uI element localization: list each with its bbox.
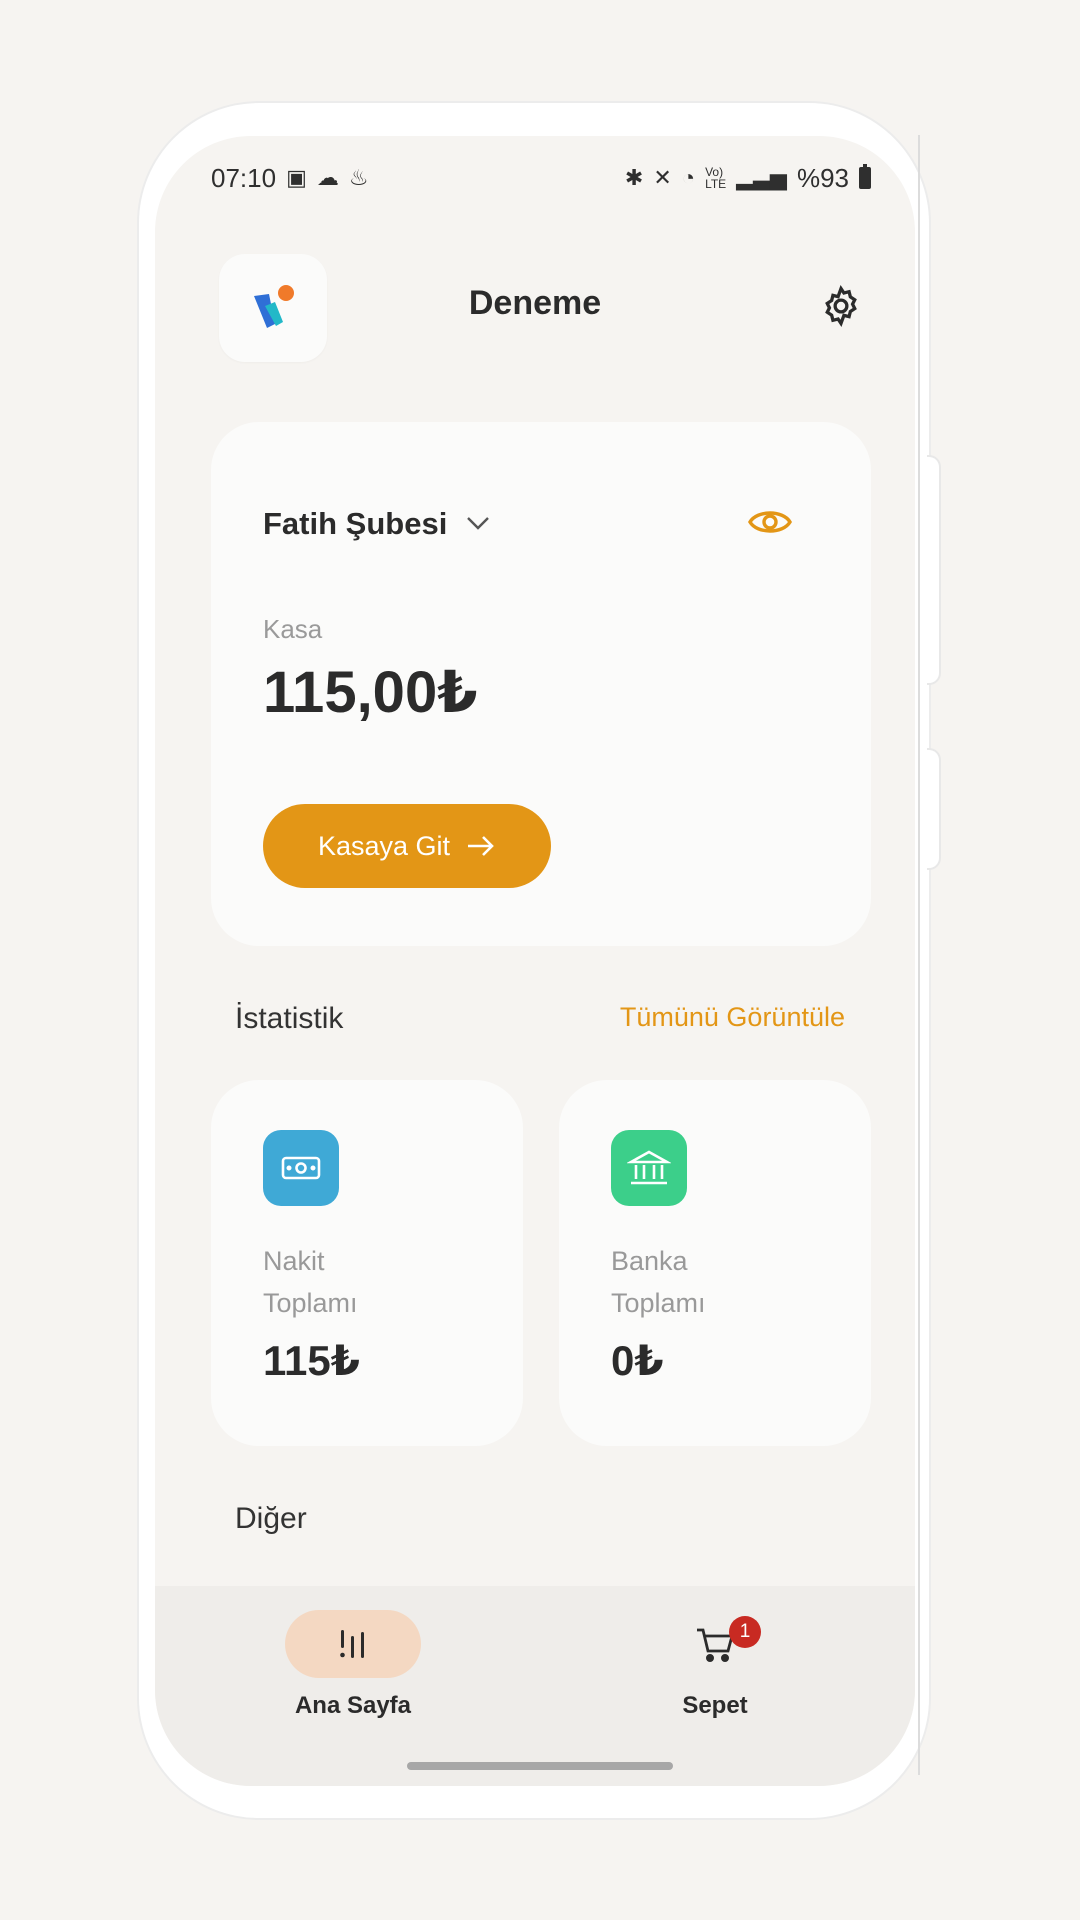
home-indicator[interactable]	[407, 1762, 673, 1770]
cash-register-card: Fatih Şubesi Kasa 115,00₺ Kasaya Git	[211, 422, 871, 946]
wifi-icon: ◔	[681, 165, 696, 190]
volume-button	[927, 455, 941, 685]
cash-total-card[interactable]: Nakit Toplamı 115₺	[211, 1080, 523, 1446]
status-time: 07:10	[211, 162, 277, 193]
cash-total-label: Nakit Toplamı	[263, 1246, 358, 1318]
bluetooth-icon: ✱	[624, 165, 644, 190]
page-title: Deneme	[468, 284, 602, 322]
app-screen: 07:10 ▣ ☁ ♨ ✱ ✕ ◔ Vo) LTE ▂▃▅ %93 Deneme …	[155, 136, 915, 1786]
gallery-icon: ▣	[286, 165, 307, 190]
go-to-register-label: Kasaya Git	[317, 830, 451, 861]
weather-icon: ☁	[316, 165, 339, 190]
cash-icon-tile	[263, 1130, 339, 1206]
notification-icon: ♨	[348, 165, 369, 190]
home-stats-icon	[340, 1630, 364, 1658]
nav-home[interactable]: Ana Sayfa	[253, 1610, 453, 1720]
arrow-right-icon	[468, 836, 494, 856]
nav-cart[interactable]: 1 Sepet	[615, 1610, 815, 1720]
go-to-register-button[interactable]: Kasaya Git	[263, 804, 551, 888]
battery-text: %93	[796, 162, 849, 193]
nav-cart-label: Sepet	[682, 1692, 748, 1719]
signal-icon: ▂▃▅	[736, 165, 787, 190]
status-bar: 07:10 ▣ ☁ ♨ ✱ ✕ ◔ Vo) LTE ▂▃▅ %93	[211, 158, 871, 198]
cart-badge: 1	[729, 1616, 761, 1648]
mute-icon: ✕	[653, 165, 672, 190]
nav-home-pill	[285, 1610, 421, 1678]
chevron-down-icon[interactable]	[465, 514, 491, 532]
bank-total-value: 0₺	[611, 1337, 664, 1384]
register-label: Kasa	[263, 614, 323, 644]
settings-button[interactable]	[819, 284, 863, 328]
branch-selector[interactable]: Fatih Şubesi	[263, 506, 447, 542]
bank-total-label: Banka Toplamı	[611, 1246, 706, 1318]
eye-icon[interactable]	[747, 504, 793, 540]
bank-icon	[627, 1150, 671, 1185]
battery-icon	[859, 164, 871, 189]
cash-icon	[281, 1156, 321, 1180]
bank-total-card[interactable]: Banka Toplamı 0₺	[559, 1080, 871, 1446]
phone-edge	[918, 135, 920, 1775]
cash-total-value: 115₺	[263, 1337, 360, 1384]
register-amount: 115,00₺	[263, 660, 478, 725]
nav-home-label: Ana Sayfa	[294, 1692, 412, 1719]
bank-icon-tile	[611, 1130, 687, 1206]
other-title: Diğer	[235, 1502, 307, 1535]
volte-icon: Vo) LTE	[705, 165, 727, 191]
view-all-link[interactable]: Tümünü Görüntüle	[620, 1002, 845, 1033]
statistics-title: İstatistik	[235, 1002, 344, 1035]
bottom-navigation: Ana Sayfa 1 Sepet	[155, 1586, 915, 1786]
gear-icon	[825, 284, 857, 328]
power-button	[927, 748, 941, 870]
